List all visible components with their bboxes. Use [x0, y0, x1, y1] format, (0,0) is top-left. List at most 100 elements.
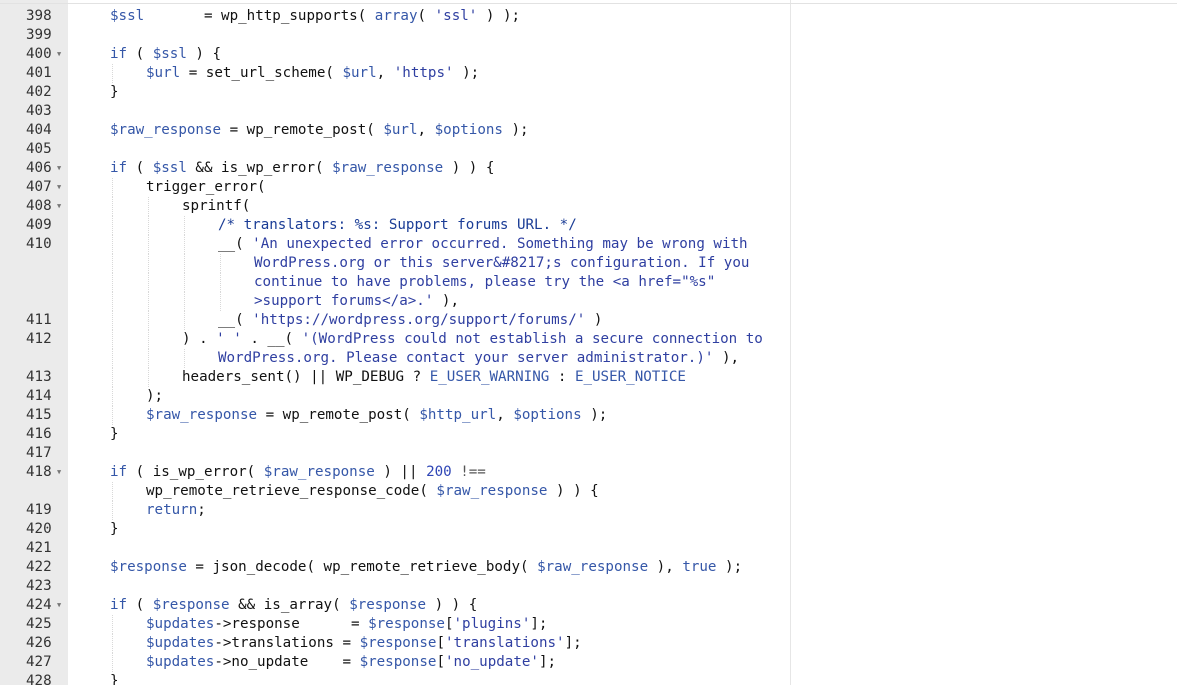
code-token: ) ) { [426, 597, 478, 613]
indent-guide [112, 197, 113, 216]
code-token: ) ) { [547, 483, 599, 499]
code-token: ( [127, 597, 153, 613]
code-text: __( 'https://wordpress.org/support/forum… [218, 311, 602, 330]
line-number: 428 [26, 673, 52, 685]
indent-guide [112, 634, 113, 653]
code-token: $ssl [110, 8, 145, 24]
code-token: = wp_http_supports( [144, 8, 375, 24]
code-editor[interactable]: 398 $ssl = wp_http_supports( array( 'ssl'… [0, 0, 790, 685]
code-token: ); [453, 65, 480, 81]
line-number: 424 [26, 597, 52, 613]
line-number: 415 [26, 407, 52, 423]
code-token: ->translations = [214, 635, 360, 651]
code-token: 200 [426, 464, 452, 480]
code-token: $raw_response [263, 464, 375, 480]
indent-guide [148, 349, 149, 368]
code-token: , [376, 65, 394, 81]
code-token: continue to have problems, please try th… [254, 274, 716, 290]
code-token: ), [433, 293, 459, 309]
indent-guide [112, 501, 113, 520]
code-token: . __( [241, 331, 302, 347]
code-token: ) ); [477, 8, 521, 24]
code-text: WordPress.org or this server&#8217;s con… [254, 254, 749, 273]
code-token: >support forums</a>.' [254, 293, 434, 309]
line-number: 412 [26, 331, 52, 347]
line-number: 427 [26, 654, 52, 670]
code-text: } [110, 83, 119, 102]
code-token: ' ' [216, 331, 242, 347]
line-number: 406 [26, 160, 52, 176]
code-token: ) [585, 312, 603, 328]
code-token: $response [359, 654, 437, 670]
indent-guide [220, 292, 221, 311]
code-token: $url [383, 122, 418, 138]
code-token: ( [417, 8, 435, 24]
code-token: 'An unexpected error occurred. Something… [252, 236, 748, 252]
code-token: $raw_response [537, 559, 649, 575]
code-token: = json_decode( wp_remote_retrieve_body( [186, 559, 538, 575]
code-token: wp_remote_retrieve_response_code( [146, 483, 437, 499]
code-token: ->response = [214, 616, 369, 632]
code-text: WordPress.org. Please contact your serve… [218, 349, 739, 368]
code-token: , [417, 122, 435, 138]
code-text: $updates->no_update = $response['no_upda… [146, 653, 556, 672]
line-number: 426 [26, 635, 52, 651]
indent-guide [148, 254, 149, 273]
code-token: = set_url_scheme( [180, 65, 343, 81]
code-token: ) { [186, 46, 222, 62]
code-token: $response [368, 616, 445, 632]
code-text: ); [146, 387, 163, 406]
line-number: 398 [26, 8, 52, 24]
indent-guide [112, 311, 113, 330]
code-token: $ssl [152, 46, 187, 62]
code-token: 'plugins' [453, 616, 531, 632]
fold-toggle-icon[interactable]: ▼ [57, 178, 61, 197]
code-text: ) . ' ' . __( '(WordPress could not esta… [182, 330, 763, 349]
code-token: } [110, 84, 119, 100]
fold-toggle-icon[interactable]: ▼ [57, 197, 61, 216]
indent-guide [148, 292, 149, 311]
code-token: $raw_response [110, 122, 222, 138]
code-text: trigger_error( [146, 178, 266, 197]
code-token: } [110, 426, 119, 442]
fold-toggle-icon[interactable]: ▼ [57, 463, 61, 482]
line-number: 425 [26, 616, 52, 632]
indent-guide [112, 64, 113, 83]
line-number: 414 [26, 388, 52, 404]
code-token: sprintf( [182, 198, 251, 214]
line-number: 400 [26, 46, 52, 62]
indent-guide [112, 368, 113, 387]
code-token: !== [451, 464, 486, 480]
indent-guide [148, 330, 149, 349]
code-token: ( [127, 160, 153, 176]
line-number: 411 [26, 312, 52, 328]
code-token: if [110, 160, 128, 176]
code-text: if ( $response && is_array( $response ) … [110, 596, 477, 615]
indent-guide [220, 273, 221, 292]
code-token: 'https' [393, 65, 454, 81]
code-token: $raw_response [332, 160, 444, 176]
indent-guide [220, 254, 221, 273]
fold-toggle-icon[interactable]: ▼ [57, 596, 61, 615]
code-token: WordPress.org. Please contact your serve… [218, 350, 714, 366]
fold-toggle-icon[interactable]: ▼ [57, 45, 61, 64]
code-text: if ( $ssl && is_wp_error( $raw_response … [110, 159, 494, 178]
fold-toggle-icon[interactable]: ▼ [57, 159, 61, 178]
code-text: >support forums</a>.' ), [254, 292, 459, 311]
code-token: E_USER_NOTICE [574, 369, 686, 385]
code-token: 'https://wordpress.org/support/forums/' [252, 312, 586, 328]
indent-guide [112, 653, 113, 672]
indent-guide [112, 292, 113, 311]
line-number: 413 [26, 369, 52, 385]
code-text: sprintf( [182, 197, 250, 216]
top-divider [0, 3, 1177, 4]
code-token: [ [436, 635, 445, 651]
code-token: ); [581, 407, 608, 423]
code-token: __( [218, 236, 253, 252]
code-token: ]; [538, 654, 557, 670]
code-token: $options [513, 407, 582, 423]
code-token: 'ssl' [434, 8, 478, 24]
code-text: wp_remote_retrieve_response_code( $raw_r… [146, 482, 599, 501]
code-token: : [549, 369, 575, 385]
code-token: $response [152, 597, 230, 613]
